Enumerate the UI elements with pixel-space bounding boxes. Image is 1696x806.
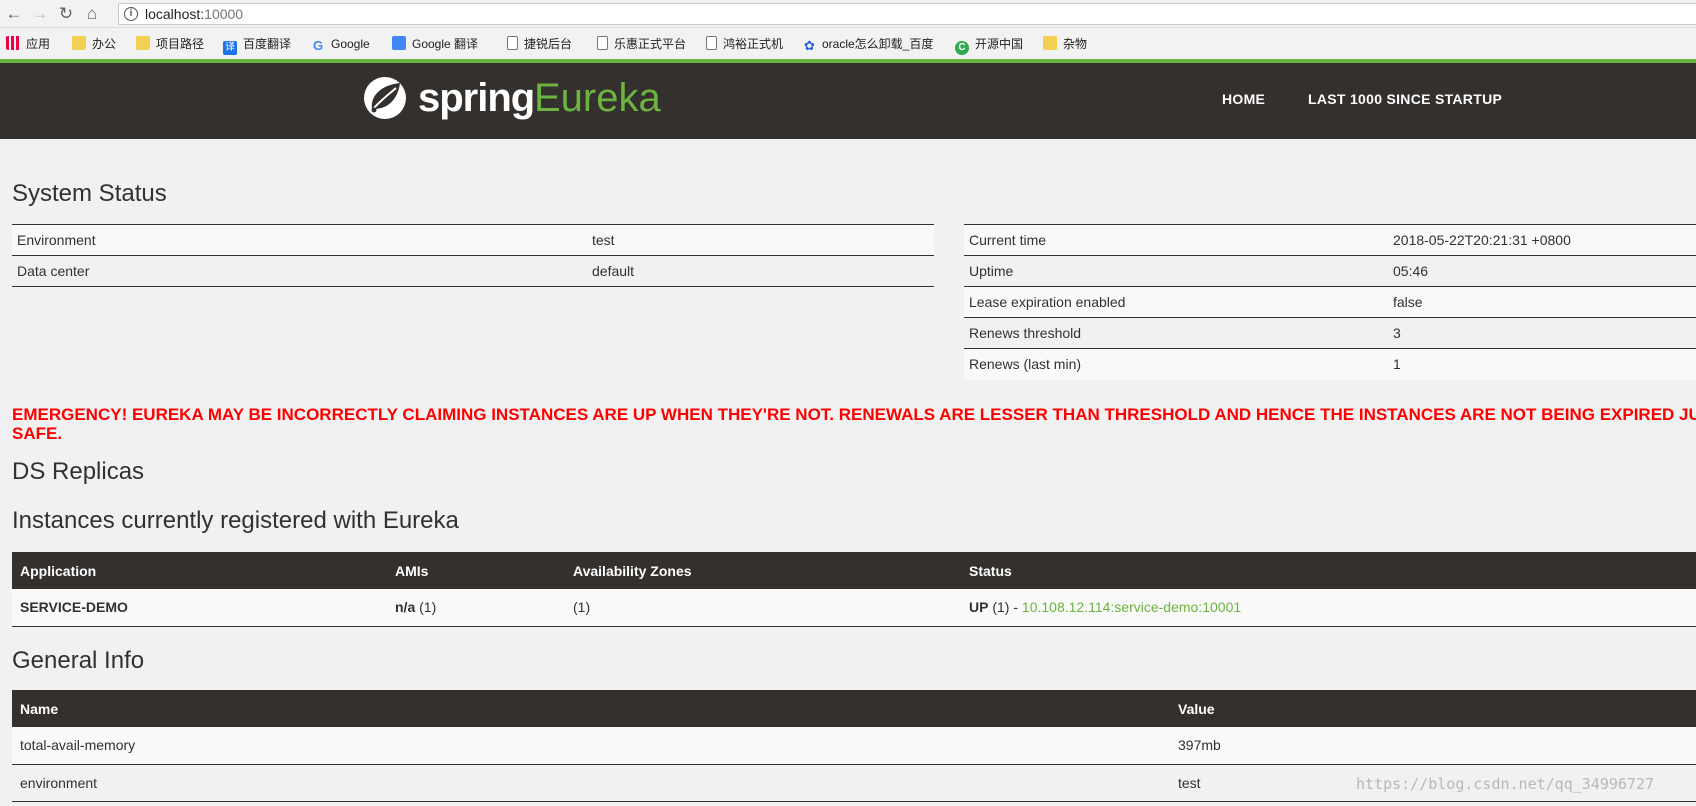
- folder-icon: [1043, 36, 1057, 50]
- google-icon: G: [313, 38, 324, 53]
- col-application: Application: [12, 552, 387, 589]
- ds-replicas-title: DS Replicas: [12, 458, 145, 485]
- bookmark-google-translate[interactable]: Google 翻译: [392, 36, 478, 52]
- status-key: Environment: [12, 224, 587, 256]
- bookmark-lehui[interactable]: 乐惠正式平台: [597, 36, 686, 52]
- csdn-watermark: https://blog.csdn.net/qq_34996727: [1356, 775, 1655, 793]
- cell-status: UP (1) - 10.108.12.114:service-demo:1000…: [961, 589, 1696, 627]
- cell-name: total-avail-memory: [12, 727, 1170, 765]
- forward-arrow-icon[interactable]: →: [30, 4, 50, 24]
- cell-zones: (1): [565, 589, 961, 627]
- table-row: total-avail-memory 397mb: [12, 727, 1696, 765]
- system-status-right-table: Current time 2018-05-22T20:21:31 +0800 U…: [964, 224, 1696, 380]
- instances-title: Instances currently registered with Eure…: [12, 507, 459, 534]
- col-status: Status: [961, 552, 1696, 589]
- cell-amis: n/a (1): [387, 589, 565, 627]
- instance-link[interactable]: 10.108.12.114:service-demo:10001: [1022, 599, 1241, 615]
- status-key: Uptime: [964, 255, 1388, 287]
- url-text: localhost:10000: [145, 6, 244, 22]
- ami-count: (1): [419, 599, 437, 616]
- status-value: 1: [1388, 348, 1696, 380]
- status-count: (1) -: [992, 599, 1019, 616]
- status-row: Uptime 05:46: [964, 255, 1696, 287]
- status-value: false: [1388, 286, 1696, 318]
- instances-table: Application AMIs Availability Zones Stat…: [12, 552, 1696, 627]
- home-icon[interactable]: ⌂: [82, 4, 102, 24]
- baidu-translate-icon: 译: [223, 41, 237, 55]
- bookmark-office[interactable]: 办公: [72, 36, 116, 52]
- folder-icon: [72, 36, 86, 50]
- bookmark-jierui[interactable]: 捷锐后台: [507, 36, 572, 52]
- cell-name: environment: [12, 764, 1170, 802]
- back-arrow-icon[interactable]: ←: [4, 4, 24, 24]
- bookmark-oschina[interactable]: C 开源中国: [955, 36, 1023, 55]
- logo-eureka-text: Eureka: [534, 76, 661, 120]
- browser-toolbar: ← → ↻ ⌂ i localhost:10000: [0, 0, 1696, 28]
- bookmark-google[interactable]: G Google: [313, 36, 370, 53]
- cell-value: 397mb: [1170, 727, 1696, 765]
- status-key: Data center: [12, 255, 587, 287]
- page-icon: [706, 36, 717, 50]
- oschina-icon: C: [955, 41, 969, 55]
- status-value: test: [587, 224, 934, 256]
- status-value: default: [587, 255, 934, 287]
- col-name: Name: [12, 690, 1170, 727]
- bookmark-hongyu[interactable]: 鸿裕正式机: [706, 36, 783, 52]
- system-status-left-table: Environment test Data center default: [12, 224, 934, 287]
- status-value: 2018-05-22T20:21:31 +0800: [1388, 224, 1696, 256]
- baidu-paw-icon: ✿: [804, 38, 815, 52]
- nav-last1000-link[interactable]: LAST 1000 SINCE STARTUP: [1308, 91, 1502, 107]
- status-row: Lease expiration enabled false: [964, 286, 1696, 318]
- status-key: Lease expiration enabled: [964, 286, 1388, 318]
- table-row: SERVICE-DEMO n/a (1) (1) UP (1) - 10.108…: [12, 589, 1696, 627]
- bookmark-misc[interactable]: 杂物: [1043, 36, 1087, 52]
- cell-application: SERVICE-DEMO: [12, 589, 387, 627]
- folder-icon: [136, 36, 150, 50]
- status-up: UP: [969, 599, 989, 616]
- site-info-icon[interactable]: i: [124, 7, 138, 21]
- status-value: 05:46: [1388, 255, 1696, 287]
- eureka-navbar: spring Eureka HOME LAST 1000 SINCE START…: [0, 63, 1696, 139]
- col-value: Value: [1170, 690, 1696, 727]
- general-info-title: General Info: [12, 647, 145, 674]
- apps-icon: [6, 36, 20, 50]
- emergency-line-2: SAFE.: [12, 424, 63, 443]
- status-row: Renews threshold 3: [964, 317, 1696, 349]
- page-icon: [597, 36, 608, 50]
- status-key: Renews (last min): [964, 348, 1388, 380]
- bookmark-apps[interactable]: 应用: [6, 36, 50, 52]
- emergency-warning: EMERGENCY! EUREKA MAY BE INCORRECTLY CLA…: [12, 405, 1696, 443]
- bookmark-baidu-translate[interactable]: 译百度翻译: [223, 36, 291, 55]
- reload-icon[interactable]: ↻: [56, 4, 76, 24]
- bookmark-oracle-baidu[interactable]: ✿ oracle怎么卸载_百度: [804, 36, 939, 52]
- logo-spring-text: spring: [418, 76, 535, 120]
- table-header-row: Name Value: [12, 690, 1696, 727]
- address-bar[interactable]: i localhost:10000: [118, 3, 1696, 25]
- ami-value: n/a: [395, 599, 416, 616]
- status-row: Renews (last min) 1: [964, 348, 1696, 380]
- col-availability-zones: Availability Zones: [565, 552, 961, 589]
- spring-leaf-icon: [364, 77, 406, 119]
- status-row: Environment test: [12, 224, 934, 256]
- status-key: Renews threshold: [964, 317, 1388, 349]
- status-row: Data center default: [12, 255, 934, 287]
- bookmark-project-path[interactable]: 项目路径: [136, 36, 204, 52]
- page-icon: [507, 36, 518, 50]
- col-amis: AMIs: [387, 552, 565, 589]
- table-header-row: Application AMIs Availability Zones Stat…: [12, 552, 1696, 589]
- system-status-title: System Status: [12, 180, 167, 207]
- google-translate-icon: [392, 36, 406, 50]
- bookmarks-bar: 应用 办公 项目路径 译百度翻译 G Google Google 翻译 捷锐后台 …: [0, 29, 1696, 59]
- emergency-line-1: EMERGENCY! EUREKA MAY BE INCORRECTLY CLA…: [12, 405, 1696, 424]
- status-value: 3: [1388, 317, 1696, 349]
- status-key: Current time: [964, 224, 1388, 256]
- status-row: Current time 2018-05-22T20:21:31 +0800: [964, 224, 1696, 256]
- nav-home-link[interactable]: HOME: [1222, 91, 1265, 107]
